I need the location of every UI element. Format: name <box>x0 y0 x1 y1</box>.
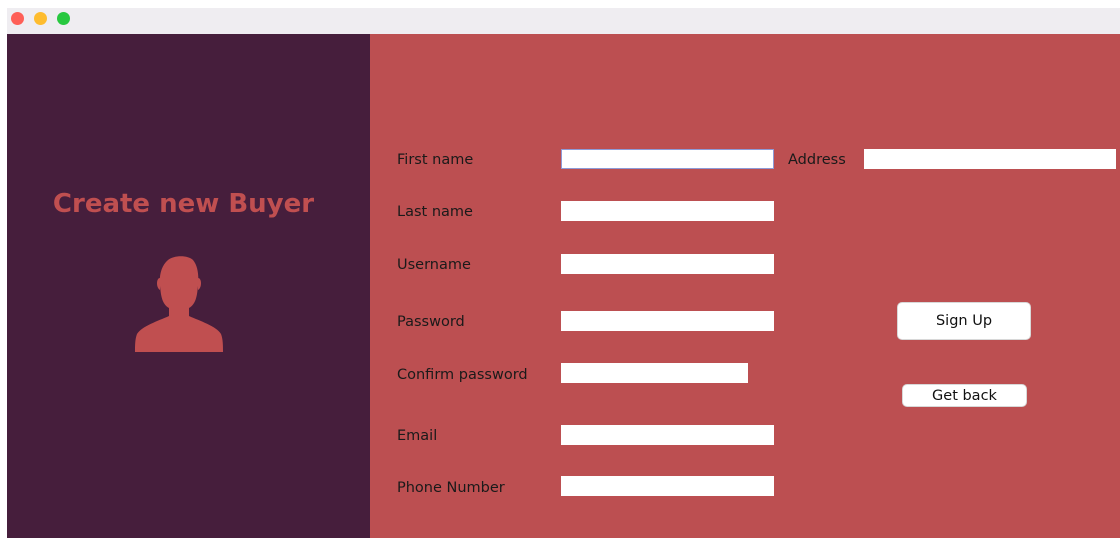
email-input[interactable] <box>561 425 774 445</box>
last-name-label: Last name <box>397 204 473 220</box>
first-name-input[interactable] <box>561 149 774 169</box>
username-label: Username <box>397 257 471 273</box>
get-back-button[interactable]: Get back <box>902 384 1027 407</box>
username-input[interactable] <box>561 254 774 274</box>
title-bar <box>7 8 1120 34</box>
user-silhouette-icon <box>135 256 223 352</box>
zoom-window-button[interactable] <box>57 12 70 25</box>
confirm-password-input[interactable] <box>561 363 748 383</box>
phone-number-input[interactable] <box>561 476 774 496</box>
email-label: Email <box>397 428 438 444</box>
app-window: Create new Buyer First name Address Last… <box>7 8 1120 538</box>
address-input[interactable] <box>864 149 1116 169</box>
close-window-button[interactable] <box>11 12 24 25</box>
page-title: Create new Buyer <box>52 189 315 219</box>
form-panel: First name Address Last name Username Pa… <box>370 34 1120 538</box>
password-label: Password <box>397 314 465 330</box>
password-input[interactable] <box>561 311 774 331</box>
phone-number-label: Phone Number <box>397 480 505 496</box>
last-name-input[interactable] <box>561 201 774 221</box>
first-name-label: First name <box>397 152 474 168</box>
confirm-password-label: Confirm password <box>397 367 528 383</box>
minimize-window-button[interactable] <box>34 12 47 25</box>
sign-up-button[interactable]: Sign Up <box>897 302 1031 340</box>
sidebar-panel: Create new Buyer <box>7 34 370 538</box>
address-label: Address <box>788 152 846 168</box>
